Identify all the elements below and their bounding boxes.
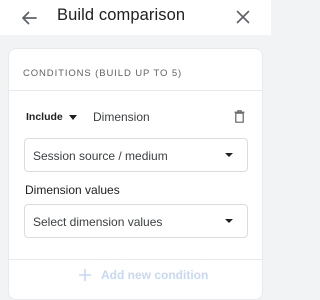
include-exclude-select[interactable]: Include <box>26 110 77 124</box>
dimension-values-placeholder: Select dimension values <box>33 215 163 229</box>
conditions-card: CONDITIONS (BUILD UP TO 5) Include Dimen… <box>8 48 263 300</box>
dimension-select[interactable]: Session source / medium <box>24 138 248 172</box>
dropdown-caret-icon <box>225 219 233 223</box>
dimension-values-select[interactable]: Select dimension values <box>24 204 248 238</box>
caret-down-icon <box>68 114 77 120</box>
section-divider <box>9 90 262 91</box>
close-button[interactable] <box>232 6 254 28</box>
dialog-title: Build comparison <box>57 6 186 24</box>
dimension-select-value: Session source / medium <box>33 149 168 163</box>
dialog-header: Build comparison <box>0 0 271 35</box>
arrow-back-icon <box>22 11 37 25</box>
dropdown-caret-icon <box>225 153 233 157</box>
add-new-condition-label: Add new condition <box>101 268 209 282</box>
close-icon <box>236 10 250 24</box>
add-new-condition-button[interactable]: Add new condition <box>79 267 208 283</box>
conditions-section-title: CONDITIONS (BUILD UP TO 5) <box>23 68 183 79</box>
footer-divider <box>9 259 262 260</box>
include-value: Include <box>26 111 63 123</box>
back-button[interactable] <box>18 7 40 29</box>
dimension-label: Dimension <box>93 110 150 124</box>
delete-condition-button[interactable] <box>232 108 246 124</box>
dimension-values-label: Dimension values <box>25 183 120 197</box>
trash-icon <box>234 109 244 123</box>
plus-icon <box>79 269 91 281</box>
